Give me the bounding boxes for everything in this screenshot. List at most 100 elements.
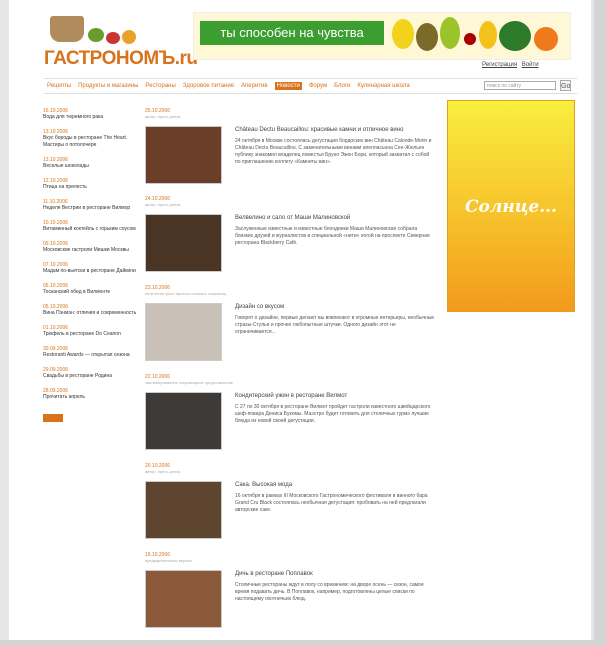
news-title[interactable]: Вина Пэнмэн: отличия и современность xyxy=(43,310,139,317)
pot-icon xyxy=(50,16,84,42)
login-link[interactable]: Войти xyxy=(522,62,539,68)
article-photo[interactable] xyxy=(145,126,222,184)
article-meta: автор: пресс-релиз xyxy=(145,202,181,207)
news-item[interactable]: 06.10.2006 Тосканский обед в Вилмонте xyxy=(43,283,139,296)
news-item[interactable]: 16.10.2006 Вода для тюремного рака xyxy=(43,108,139,121)
more-news-button[interactable] xyxy=(43,414,63,422)
article-body: Велвелино и сало от Маши Малиновской Засл… xyxy=(235,214,435,247)
article-meta: пятилетие фото проекта главных сокровищ xyxy=(145,291,226,296)
nav-item[interactable]: Аперитив xyxy=(241,83,268,89)
lemon-icon xyxy=(392,19,414,49)
article-meta: предварительная версия xyxy=(145,558,192,563)
article-item: 20.10.2006 автор: пресс-релиз Сака. Высока… xyxy=(145,463,435,539)
register-link[interactable]: Регистрация xyxy=(482,62,517,68)
nav-item[interactable]: Форум xyxy=(309,83,327,89)
banana-icon xyxy=(479,21,497,49)
news-title[interactable]: Прочитать апрель xyxy=(43,394,139,401)
nav-item[interactable]: Продукты и магазины xyxy=(78,83,138,89)
article-headline[interactable]: Дичь в ресторане Поплавок xyxy=(235,570,435,578)
article-item: 25.10.2006 автор: пресс-релиз Château Dect… xyxy=(145,108,435,184)
article-body: Сака. Высокая мода 16 октября в рамках II… xyxy=(235,481,435,514)
article-headline[interactable]: Кондитерский ужин в ресторане Вилмот xyxy=(235,392,435,400)
article-body: Дичь в ресторане Поплавок Столичные ресто… xyxy=(235,570,435,603)
news-item[interactable]: 13.10.2006 Вкус бороды в ресторане The He… xyxy=(43,129,139,149)
main-nav: Рецепты Продукты и магазины Рестораны Здоро… xyxy=(44,78,577,94)
article-summary: Столичные рестораны ждут в полу со време… xyxy=(235,582,424,602)
search-input[interactable]: поиск по сайту xyxy=(484,81,556,90)
news-title[interactable]: Вода для тюремного рака xyxy=(43,114,139,121)
article-meta: запланированное сокровищное представлени… xyxy=(145,380,233,385)
news-item[interactable]: 12.10.2006 Птица на прелесть xyxy=(43,178,139,191)
article-meta: автор: пресс-релиз xyxy=(145,469,181,474)
nav-item[interactable]: Кулинарная школа xyxy=(357,83,409,89)
user-links: Регистрация Войти xyxy=(479,62,539,68)
news-title[interactable]: Restoranti Awards — открытая сезона xyxy=(43,352,139,359)
sun-ad-banner[interactable]: Солнце... xyxy=(447,100,575,312)
article-summary: Говорят о дизайне, первые делают вы вовл… xyxy=(235,315,435,335)
news-title[interactable]: Свадьбы в ресторане Родина xyxy=(43,373,139,380)
article-summary: С 27 по 30 октября в ресторане Вилмот пр… xyxy=(235,404,431,424)
article-headline[interactable]: Дизайн со вкусом xyxy=(235,303,435,311)
news-item[interactable]: 29.09.2006 Свадьбы в ресторане Родина xyxy=(43,367,139,380)
news-item[interactable]: 09.10.2006 Московские гастроли Мишки Моск… xyxy=(43,241,139,254)
news-item[interactable]: 13.10.2006 Веселые шоколады xyxy=(43,157,139,170)
news-title[interactable]: Веселые шоколады xyxy=(43,163,139,170)
article-meta: автор: пресс-релиз xyxy=(145,114,181,119)
top-banner-ad[interactable]: ты способен на чувства xyxy=(193,12,571,60)
search-button[interactable]: Go xyxy=(560,80,571,91)
article-body: Кондитерский ужин в ресторане Вилмот С 27… xyxy=(235,392,435,425)
article-body: Дизайн со вкусом Говорят о дизайне, первы… xyxy=(235,303,435,336)
nav-item[interactable]: Здоровое питание xyxy=(183,83,234,89)
tomato-icon xyxy=(106,32,120,44)
vegetable-icon xyxy=(88,28,104,42)
article-photo[interactable] xyxy=(145,214,222,272)
page: ГАСТРОНОМЪ.ru ты способен на чувства Рег… xyxy=(9,0,591,640)
news-title[interactable]: Московские гастроли Мишки Москвы xyxy=(43,247,139,254)
pear-icon xyxy=(440,17,460,49)
article-photo[interactable] xyxy=(145,570,222,628)
article-photo[interactable] xyxy=(145,303,222,361)
page-border-bottom xyxy=(0,640,606,646)
nav-item[interactable]: Рецепты xyxy=(47,83,71,89)
logo-title: ГАСТРОНОМЪ.ru xyxy=(44,48,198,69)
article-photo[interactable] xyxy=(145,481,222,539)
article-body: Château Dectu Beaucaillou: красивые камн… xyxy=(235,126,435,166)
watermelon-icon xyxy=(499,21,531,51)
cherry-icon xyxy=(464,33,476,45)
article-headline[interactable]: Велвелино и сало от Маши Малиновской xyxy=(235,214,435,222)
news-item[interactable]: 07.10.2006 Мадам по-вьетски в ресторане Д… xyxy=(43,262,139,275)
news-title[interactable]: Трюфель в ресторане Do Ceanon xyxy=(43,331,139,338)
news-title[interactable]: Мадам по-вьетски в ресторане Дайкини xyxy=(43,268,139,275)
news-item[interactable]: 30.09.2006 Restoranti Awards — открытая с… xyxy=(43,346,139,359)
news-title[interactable]: Неделя Вестрии в ресторане Вилмор xyxy=(43,205,139,212)
article-item: 23.10.2006 пятилетие фото проекта главных… xyxy=(145,285,435,361)
news-item[interactable]: 11.10.2006 Неделя Вестрии в ресторане Вил… xyxy=(43,199,139,212)
nav-item[interactable]: Блоги xyxy=(334,83,350,89)
article-summary: 16 октября в рамках III Московского Гаст… xyxy=(235,493,428,513)
site-logo[interactable]: ГАСТРОНОМЪ.ru xyxy=(44,12,198,72)
article-summary: 24 октября в Москве состоялась дегустаци… xyxy=(235,138,432,165)
news-item[interactable]: 01.10.2006 Трюфель в ресторане Do Ceanon xyxy=(43,325,139,338)
nav-item[interactable]: Рестораны xyxy=(145,83,175,89)
orange-icon xyxy=(534,27,558,51)
news-title[interactable]: Птица на прелесть xyxy=(43,184,139,191)
article-headline[interactable]: Château Dectu Beaucaillou: красивые камн… xyxy=(235,126,435,134)
news-title[interactable]: Тосканский обед в Вилмонте xyxy=(43,289,139,296)
pepper-icon xyxy=(122,30,136,44)
article-summary: Заслуженные известные и известные блонди… xyxy=(235,226,430,246)
banner-slogan: ты способен на чувства xyxy=(200,21,384,45)
article-item: 19.10.2006 предварительная версия Дичь в р… xyxy=(145,552,435,628)
news-item[interactable]: 10.10.2006 Витаминный коктейль с горьким … xyxy=(43,220,139,233)
article-item: 24.10.2006 автор: пресс-релиз Велвелино и … xyxy=(145,196,435,272)
ad-text: Солнце... xyxy=(465,197,557,217)
news-item[interactable]: 28.09.2006 Прочитать апрель xyxy=(43,388,139,401)
news-item[interactable]: 05.10.2006 Вина Пэнмэн: отличия и совреме… xyxy=(43,304,139,317)
news-list: 16.10.2006 Вода для тюремного рака 13.10.2… xyxy=(43,108,139,427)
news-title[interactable]: Вкус бороды в ресторане The Heart. Масти… xyxy=(43,135,139,149)
article-headline[interactable]: Сака. Высокая мода xyxy=(235,481,435,489)
nav-item[interactable]: Новости xyxy=(274,82,302,90)
page-border-right xyxy=(594,0,606,646)
news-title[interactable]: Витаминный коктейль с горьким соусом xyxy=(43,226,139,233)
article-photo[interactable] xyxy=(145,392,222,450)
article-item: 22.10.2006 запланированное сокровищное пр… xyxy=(145,374,435,450)
